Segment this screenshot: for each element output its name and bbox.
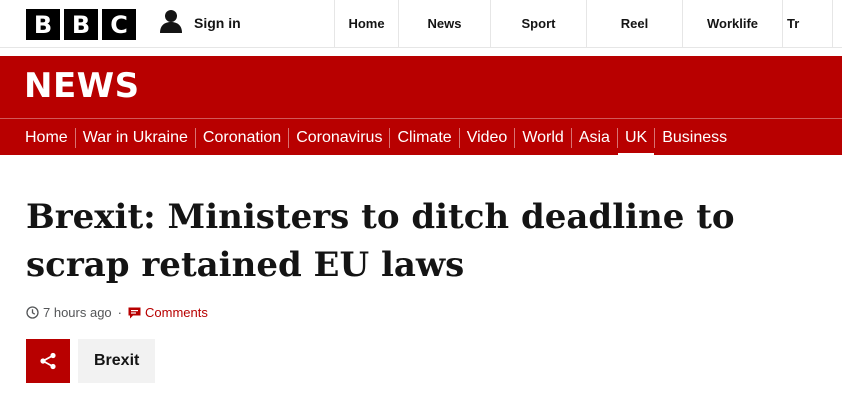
top-nav-news[interactable]: News <box>399 0 491 47</box>
section-nav-video[interactable]: Video <box>458 127 515 148</box>
headline-line-2: scrap retained EU laws <box>26 245 465 285</box>
news-header: NEWS Home War in Ukraine Coronation Coro… <box>0 56 842 157</box>
section-nav-coronation[interactable]: Coronation <box>194 127 288 148</box>
topic-tag-brexit[interactable]: Brexit <box>78 339 156 383</box>
user-icon <box>158 8 184 39</box>
section-nav-coronavirus[interactable]: Coronavirus <box>288 127 389 148</box>
bbc-logo-letter: B <box>26 9 60 40</box>
bbc-logo-letter: C <box>102 9 136 40</box>
comments-link[interactable]: Comments <box>128 305 208 320</box>
share-icon <box>39 352 57 370</box>
top-nav: Home News Sport Reel Worklife Tr <box>334 0 833 47</box>
top-nav-travel[interactable]: Tr <box>783 0 833 47</box>
clock-icon <box>26 306 39 319</box>
section-nav-world[interactable]: World <box>514 127 571 148</box>
article-timestamp: 7 hours ago <box>43 305 112 320</box>
section-nav-asia[interactable]: Asia <box>570 127 617 148</box>
bbc-logo-letter: B <box>64 9 98 40</box>
news-section-nav: Home War in Ukraine Coronation Coronavir… <box>0 118 842 157</box>
top-nav-home[interactable]: Home <box>335 0 399 47</box>
section-nav-uk[interactable]: UK <box>616 127 655 157</box>
comments-label: Comments <box>145 305 208 320</box>
top-nav-sport[interactable]: Sport <box>491 0 587 47</box>
bbc-logo[interactable]: B B C <box>26 9 136 40</box>
comment-icon <box>128 307 141 319</box>
section-nav-climate[interactable]: Climate <box>389 127 458 148</box>
article-headline: Brexit: Ministers to ditch deadline to s… <box>26 193 826 289</box>
section-nav-home[interactable]: Home <box>0 128 75 148</box>
section-nav-war-in-ukraine[interactable]: War in Ukraine <box>74 127 195 148</box>
meta-separator: · <box>117 305 123 320</box>
top-nav-worklife[interactable]: Worklife <box>683 0 783 47</box>
article-meta: 7 hours ago · Comments <box>26 305 208 320</box>
share-button[interactable] <box>26 339 70 383</box>
top-nav-reel[interactable]: Reel <box>587 0 683 47</box>
headline-line-1: Brexit: Ministers to ditch deadline to <box>26 197 735 237</box>
news-logo[interactable]: NEWS <box>24 66 140 106</box>
sign-in-link[interactable]: Sign in <box>158 9 241 37</box>
sign-in-label: Sign in <box>194 15 241 31</box>
bbc-masthead: B B C Sign in Home News Sport Reel Workl… <box>0 0 842 48</box>
section-nav-business[interactable]: Business <box>654 127 734 148</box>
